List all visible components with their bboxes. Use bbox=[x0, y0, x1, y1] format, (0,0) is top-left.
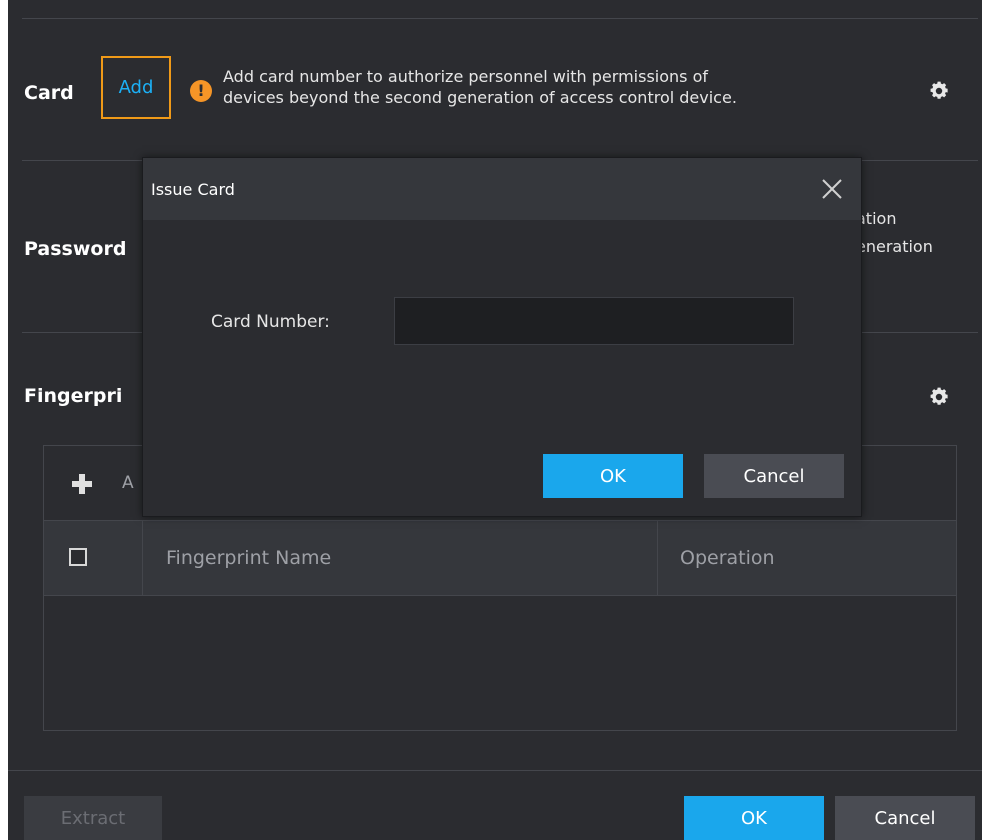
issue-card-dialog: Issue Card Card Number: OK Cancel bbox=[142, 157, 862, 517]
add-fingerprint-label[interactable]: A bbox=[122, 473, 134, 493]
card-settings-gear-icon[interactable] bbox=[928, 80, 950, 102]
column-header-fingerprint-name: Fingerprint Name bbox=[166, 547, 332, 569]
card-hint-text: Add card number to authorize personnel w… bbox=[223, 66, 923, 108]
footer-cancel-button[interactable]: Cancel bbox=[835, 796, 975, 840]
dialog-header: Issue Card bbox=[143, 158, 861, 220]
extract-button[interactable]: Extract bbox=[24, 796, 162, 840]
password-hint-line1: ation bbox=[856, 209, 897, 228]
password-section-label: Password bbox=[24, 238, 127, 260]
card-number-label: Card Number: bbox=[211, 312, 330, 332]
add-card-label: Add bbox=[118, 77, 154, 98]
column-separator bbox=[142, 521, 143, 595]
person-credentials-panel: Card Add ! Add card number to authorize … bbox=[8, 0, 982, 840]
footer-divider bbox=[8, 770, 982, 771]
card-section-label: Card bbox=[24, 82, 74, 104]
dialog-title: Issue Card bbox=[151, 180, 235, 199]
card-number-input[interactable] bbox=[394, 297, 794, 345]
plus-icon[interactable] bbox=[72, 474, 92, 494]
close-icon[interactable] bbox=[821, 178, 843, 200]
fingerprint-section-label: Fingerpri bbox=[24, 385, 123, 407]
top-divider bbox=[22, 18, 978, 19]
select-all-checkbox[interactable] bbox=[69, 548, 87, 566]
column-separator bbox=[657, 521, 658, 595]
footer-ok-button[interactable]: OK bbox=[684, 796, 824, 840]
dialog-cancel-button[interactable]: Cancel bbox=[704, 454, 844, 498]
warning-icon: ! bbox=[190, 80, 212, 102]
card-hint-line2: devices beyond the second generation of … bbox=[223, 88, 737, 107]
password-hint-partial: ation eneration bbox=[856, 205, 933, 261]
add-card-button[interactable]: Add bbox=[101, 56, 171, 119]
card-hint-line1: Add card number to authorize personnel w… bbox=[223, 67, 708, 86]
fingerprint-settings-gear-icon[interactable] bbox=[928, 386, 950, 408]
column-header-operation: Operation bbox=[680, 547, 775, 569]
fingerprint-table-header: Fingerprint Name Operation bbox=[44, 520, 956, 596]
password-hint-line2: eneration bbox=[856, 237, 933, 256]
dialog-ok-button[interactable]: OK bbox=[543, 454, 683, 498]
